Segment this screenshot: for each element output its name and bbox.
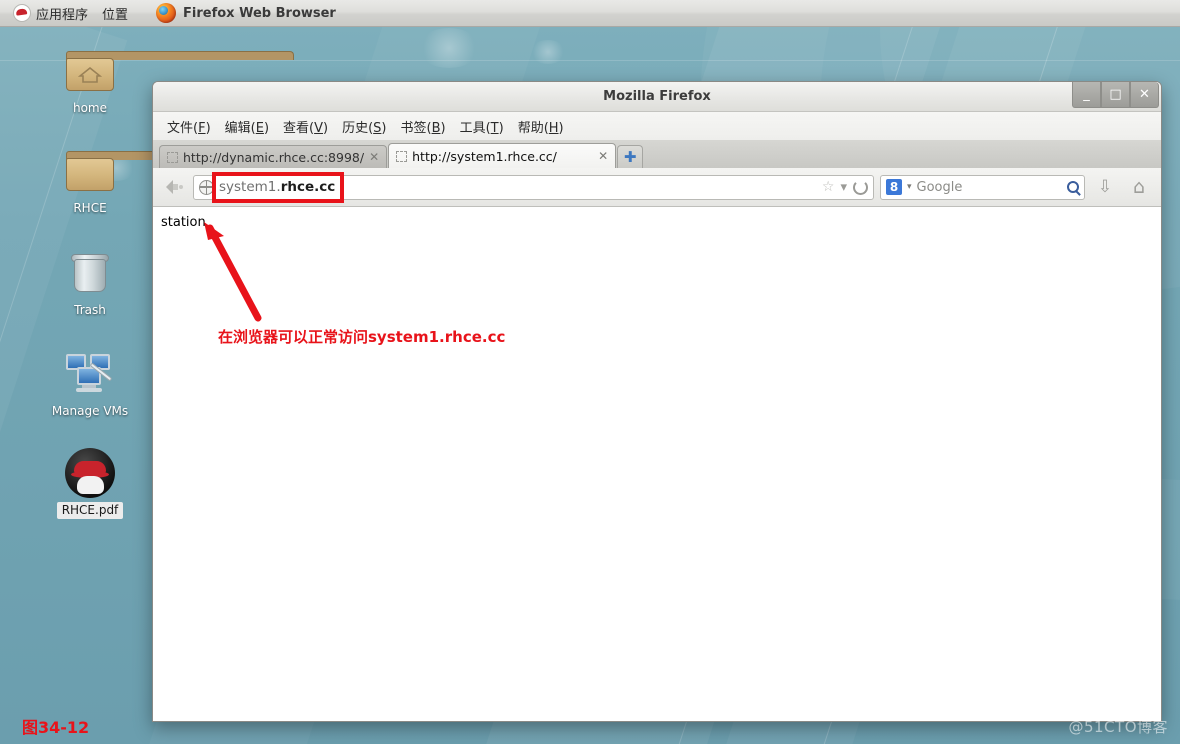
tab-favicon-icon [396,150,408,162]
globe-icon [199,179,214,195]
applications-menu-label: 应用程序 [36,7,89,23]
menu-edit[interactable]: 编辑(E) [219,114,275,139]
magnifier-icon[interactable] [1067,181,1079,193]
google-engine-icon[interactable]: 8 [886,179,902,195]
menu-view[interactable]: 查看(V) [277,114,334,139]
desktop-icon-label: RHCE [73,201,107,215]
home-button[interactable]: ⌂ [1125,174,1153,200]
menu-history[interactable]: 历史(S) [336,114,392,139]
tab-bar: http://dynamic.rhce.cc:8998/ ✕ http://sy… [153,141,1161,168]
desktop-icon-manage-vms[interactable]: Manage VMs [42,348,138,419]
applications-menu[interactable]: 应用程序 [6,0,95,27]
desktop-icon-label: RHCE.pdf [56,502,124,519]
firefox-icon [156,3,177,23]
firefox-window: Mozilla Firefox _ □ ✕ 文件(F) 编辑(E) 查看(V) … [152,81,1162,722]
menu-help[interactable]: 帮助(H) [512,114,570,139]
url-input[interactable]: system1.rhce.cc [219,179,817,195]
figure-caption: 图34-12 [22,718,90,737]
places-menu-label: 位置 [102,7,129,23]
desktop-icon-label: Trash [74,303,106,317]
page-viewport: station [153,207,1161,721]
menu-bookmarks[interactable]: 书签(B) [395,114,452,139]
search-bar[interactable]: 8 ▾ Google [880,174,1085,200]
back-arrow-icon[interactable] [161,175,187,199]
menu-file[interactable]: 文件(F) [161,114,217,139]
navigation-toolbar: system1.rhce.cc ☆ ▾ 8 ▾ Google ⇩ ⌂ [153,168,1161,207]
window-titlebar[interactable]: Mozilla Firefox _ □ ✕ [153,82,1161,112]
downloads-button[interactable]: ⇩ [1091,174,1119,200]
desktop-icon-rhce[interactable]: RHCE [42,145,294,216]
window-list-firefox[interactable]: Firefox Web Browser [149,0,343,27]
window-controls: _ □ ✕ [1072,82,1159,108]
menu-tools[interactable]: 工具(T) [454,114,510,139]
page-body-text: station [161,215,206,230]
desktop-icon-trash[interactable]: Trash [42,247,138,318]
desktop-icon-label: Manage VMs [51,404,129,418]
url-bar[interactable]: system1.rhce.cc ☆ ▾ [193,174,874,200]
folder-home-icon [42,45,294,97]
chevron-down-icon[interactable]: ▾ [840,180,847,195]
tab-favicon-icon [167,151,178,163]
desktop-icon-home[interactable]: home [42,45,294,116]
gnome-top-panel: 应用程序 位置 Firefox Web Browser [0,0,1180,27]
reload-icon[interactable] [853,179,868,195]
url-bar-actions: ☆ ▾ [822,179,868,195]
menu-bar: 文件(F) 编辑(E) 查看(V) 历史(S) 书签(B) 工具(T) 帮助(H… [153,112,1161,141]
maximize-button[interactable]: □ [1101,82,1130,108]
tab-title: http://system1.rhce.cc/ [412,148,557,164]
redhat-pdf-icon [42,447,138,499]
desktop-icon-rhce-pdf[interactable]: RHCE.pdf [42,447,138,519]
annotation-note: 在浏览器可以正常访问system1.rhce.cc [218,328,506,346]
active-window-label: Firefox Web Browser [183,5,336,21]
manage-vms-icon [42,348,138,400]
screen-root: 应用程序 位置 Firefox Web Browser home RHCE Tr… [0,0,1180,744]
redhat-logo-icon [13,4,31,22]
star-icon[interactable]: ☆ [822,179,835,195]
search-input[interactable]: Google [917,180,1062,195]
browser-tab-dynamic[interactable]: http://dynamic.rhce.cc:8998/ ✕ [159,145,388,168]
chevron-down-icon[interactable]: ▾ [907,182,912,192]
close-button[interactable]: ✕ [1130,82,1159,108]
new-tab-button[interactable]: ✚ [617,145,644,168]
browser-tab-system1[interactable]: http://system1.rhce.cc/ ✕ [388,143,617,168]
watermark: @51CTO博客 [1068,718,1168,736]
trash-icon [42,247,138,299]
tab-title: http://dynamic.rhce.cc:8998/ [183,149,365,165]
places-menu[interactable]: 位置 [95,0,135,27]
window-title: Mozilla Firefox [603,89,711,104]
tab-close-icon[interactable]: ✕ [369,151,379,163]
desktop-icon-label: home [72,101,108,115]
minimize-button[interactable]: _ [1072,82,1101,108]
folder-icon [42,145,294,197]
tab-close-icon[interactable]: ✕ [598,150,608,162]
home-glyph-icon [78,67,102,83]
